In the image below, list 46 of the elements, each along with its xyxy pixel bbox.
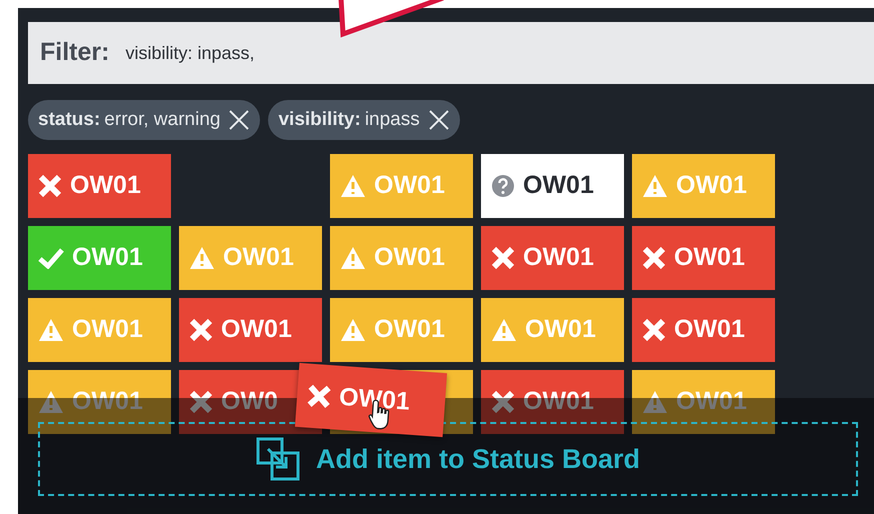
status-tile[interactable]: OW01 — [28, 154, 171, 218]
filter-field[interactable]: Filter: visibility: inpass, — [28, 22, 874, 84]
warning-icon — [340, 318, 366, 342]
status-tile[interactable]: OW01 — [330, 298, 473, 362]
status-tile[interactable]: OW01 — [330, 154, 473, 218]
error-icon — [189, 390, 213, 414]
filter-chip[interactable]: status: error, warning — [28, 100, 260, 140]
status-tile[interactable]: OW01 — [179, 226, 322, 290]
filter-label: Filter: — [40, 37, 110, 68]
status-tile[interactable]: OW01 — [632, 154, 775, 218]
status-tile[interactable]: OW01 — [481, 154, 624, 218]
status-tile[interactable]: OW01 — [179, 298, 322, 362]
chip-value: inpass — [364, 108, 420, 132]
status-tile[interactable]: OW01 — [28, 226, 171, 290]
status-tile[interactable]: OW01 — [632, 298, 775, 362]
status-tile[interactable]: OW01 — [481, 298, 624, 362]
error-icon — [491, 390, 515, 414]
drop-zone-label: Add item to Status Board — [316, 442, 640, 476]
warning-icon — [642, 174, 668, 198]
warning-icon — [340, 174, 366, 198]
error-icon — [38, 174, 62, 198]
error-icon — [306, 384, 332, 410]
chip-key: status: — [38, 106, 100, 134]
add-icon — [256, 437, 300, 481]
warning-icon — [189, 246, 215, 270]
status-tile[interactable]: OW01 — [632, 226, 775, 290]
status-tile[interactable]: OW01 — [330, 226, 473, 290]
error-icon — [491, 246, 515, 270]
chip-value: error, warning — [104, 108, 220, 132]
warning-icon — [38, 390, 64, 414]
close-icon[interactable] — [228, 109, 250, 131]
warning-icon — [491, 318, 517, 342]
status-tile[interactable]: OW01 — [481, 226, 624, 290]
filter-chip[interactable]: visibility: inpass — [268, 100, 460, 140]
filter-value: visibility: inpass, — [125, 42, 254, 65]
warning-icon — [38, 318, 64, 342]
warning-icon — [642, 390, 668, 414]
error-icon — [189, 318, 213, 342]
error-icon — [642, 318, 666, 342]
close-icon[interactable] — [428, 109, 450, 131]
warning-icon — [340, 246, 366, 270]
error-icon — [642, 246, 666, 270]
question-icon — [491, 174, 515, 198]
check-icon — [38, 247, 64, 269]
chip-key: visibility: — [278, 106, 361, 134]
status-tile[interactable]: OW01 — [28, 298, 171, 362]
